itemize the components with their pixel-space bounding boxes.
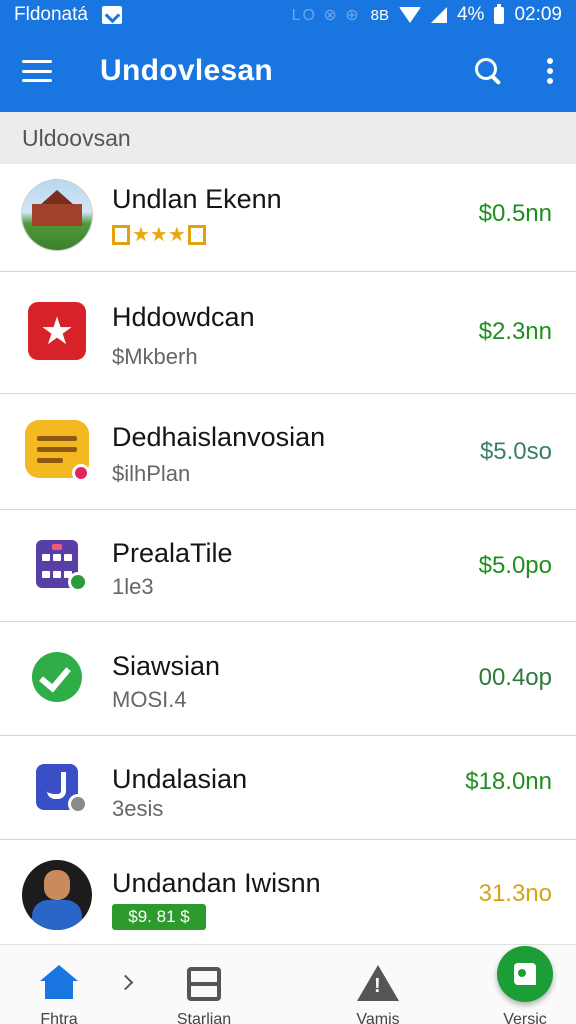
nav-swap[interactable]: Starlian — [160, 945, 248, 1024]
item-price: 31.3no — [478, 880, 552, 907]
notes-icon — [22, 414, 92, 484]
item-name: Undlan Ekenn — [112, 184, 282, 214]
star-app-icon: ★ — [22, 296, 92, 366]
item-price: $5.0so — [479, 438, 552, 465]
calendar-icon — [22, 528, 92, 598]
swap-icon — [187, 967, 221, 1001]
app-bar: Undovlesan — [0, 30, 576, 112]
item-name: Undandan Iwisnn — [112, 868, 321, 898]
nav-swap-label: Starlian — [176, 1011, 232, 1024]
wifi-icon — [398, 7, 421, 23]
nav-warn-label: Vamis — [356, 1011, 400, 1024]
item-name: Siawsian — [112, 651, 221, 681]
signal-icon — [430, 7, 447, 23]
item-price: $18.0nn — [465, 768, 552, 795]
list-item[interactable]: Dedhaislanvosian $ilhPlan $5.0so — [0, 394, 576, 510]
item-price: $2.3nn — [478, 318, 552, 345]
more-vert-icon[interactable] — [546, 58, 554, 84]
carrier-label: Fldonatá — [14, 4, 88, 25]
app-title: Undovlesan — [100, 54, 274, 87]
item-subtitle: MOSI.4 — [112, 687, 187, 712]
section-header: Uldoovsan — [0, 112, 576, 164]
list-item[interactable]: Undlan Ekenn ★★★ $0.5nn — [0, 164, 576, 272]
notification-icon — [101, 6, 122, 24]
home-icon — [40, 965, 78, 999]
status-extra: 8B — [370, 6, 389, 24]
item-name: Hddowdcan — [112, 302, 255, 332]
item-list: Undlan Ekenn ★★★ $0.5nn ★ Hddowdcan $Mkb… — [0, 164, 576, 946]
nav-home-label: Fhtra — [40, 1011, 78, 1024]
item-name: Dedhaislanvosian — [112, 422, 326, 452]
fab-label: Versic — [503, 1011, 547, 1024]
item-subtitle: $ilhPlan — [112, 461, 191, 486]
nav-warn[interactable]: Vamis — [338, 945, 418, 1024]
cash-badge: $9. 81 $ — [112, 904, 206, 930]
status-bar: Fldonatá LO ⊗ ⊕ 8B 4% 02:09 — [0, 0, 576, 30]
check-circle-icon — [22, 642, 92, 712]
item-subtitle: $Mkberh — [112, 344, 198, 369]
item-price: $5.0po — [478, 552, 552, 579]
battery-icon — [494, 3, 505, 24]
battery-percent: 4% — [456, 4, 485, 25]
list-item[interactable]: PrealaTile 1le3 $5.0po — [0, 510, 576, 622]
house-photo-icon — [22, 180, 92, 250]
list-item[interactable]: Undalasian 3esis $18.0nn — [0, 736, 576, 840]
doc-app-icon — [22, 752, 92, 822]
clock: 02:09 — [514, 4, 562, 25]
fab-icon — [514, 963, 536, 985]
warning-icon — [357, 965, 399, 1001]
item-name: PrealaTile — [112, 538, 233, 568]
star-rating: ★★★ — [112, 224, 206, 246]
item-price: 00.4op — [478, 664, 552, 691]
list-item[interactable]: Undandan Iwisnn $9. 81 $ 31.3no — [0, 840, 576, 946]
list-item[interactable]: Siawsian MOSI.4 00.4op — [0, 622, 576, 736]
item-price: $0.5nn — [478, 200, 552, 227]
status-misc-icons: LO ⊗ ⊕ — [291, 7, 361, 24]
item-name: Undalasian — [112, 764, 248, 794]
fab-button[interactable] — [497, 946, 553, 1002]
item-subtitle: 1le3 — [112, 574, 154, 599]
nav-home[interactable]: Fhtra — [20, 945, 98, 1024]
list-item[interactable]: ★ Hddowdcan $Mkberh $2.3nn — [0, 272, 576, 394]
item-subtitle: 3esis — [112, 796, 164, 821]
search-icon[interactable] — [474, 57, 502, 85]
bottom-nav: Fhtra Starlian Vamis Versic — [0, 944, 576, 1024]
avatar — [22, 860, 92, 930]
menu-icon[interactable] — [22, 60, 52, 82]
chevron-right-icon — [117, 974, 134, 991]
